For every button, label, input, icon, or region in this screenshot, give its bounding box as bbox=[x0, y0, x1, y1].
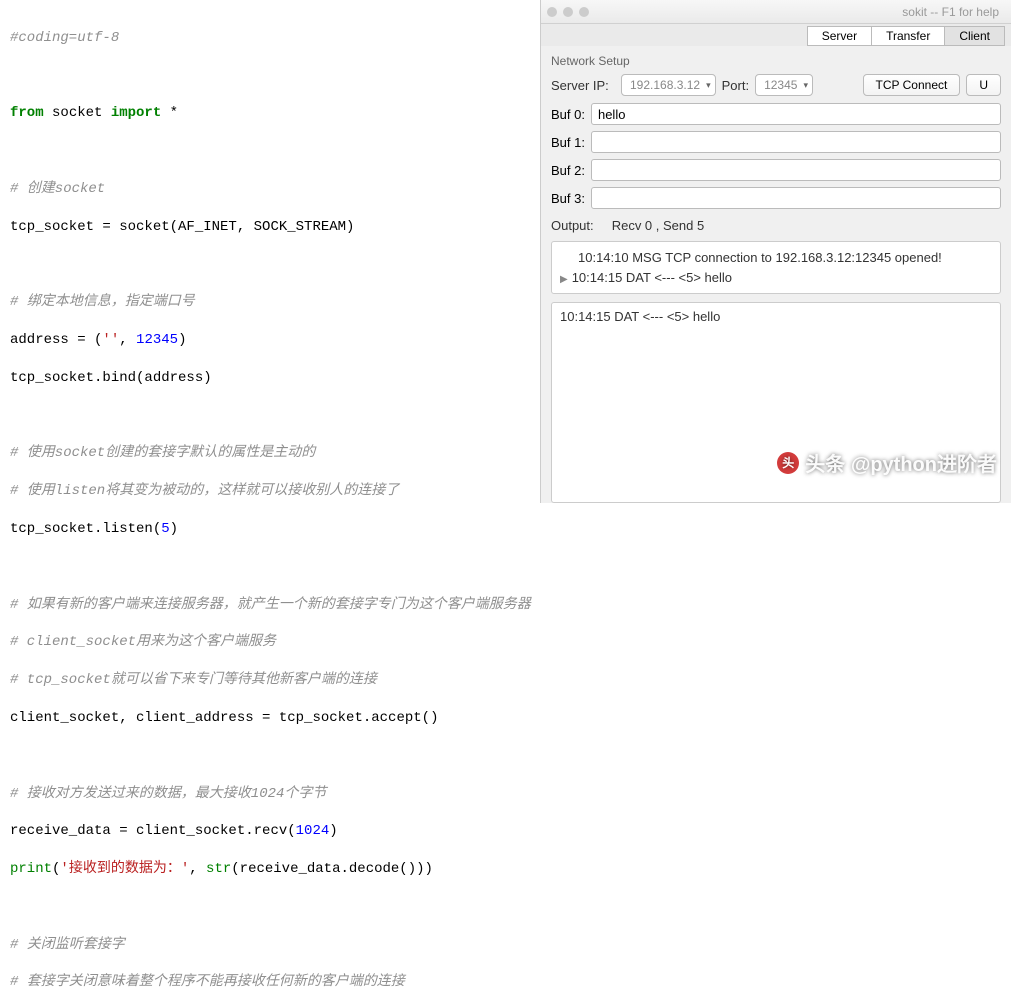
output-header: Output: Recv 0 , Send 5 bbox=[541, 212, 1011, 239]
buf2-label: Buf 2: bbox=[551, 163, 585, 178]
code-line bbox=[10, 67, 530, 86]
code-line: tcp_socket = socket(AF_INET, SOCK_STREAM… bbox=[10, 218, 530, 237]
code-line: # 使用listen将其变为被动的，这样就可以接收别人的连接了 bbox=[10, 482, 530, 501]
server-ip-value: 192.168.3.12 bbox=[630, 78, 700, 92]
minimize-icon[interactable] bbox=[563, 7, 573, 17]
code-line: client_socket, client_address = tcp_sock… bbox=[10, 709, 530, 728]
log-line: ▶10:14:15 DAT <--- <5> hello bbox=[560, 268, 992, 288]
buf0-input[interactable] bbox=[591, 103, 1001, 125]
zoom-icon[interactable] bbox=[579, 7, 589, 17]
log-line: 10:14:10 MSG TCP connection to 192.168.3… bbox=[560, 248, 992, 268]
code-line: # 使用socket创建的套接字默认的属性是主动的 bbox=[10, 444, 530, 463]
code-line: receive_data = client_socket.recv(1024) bbox=[10, 822, 530, 841]
output-label: Output: bbox=[551, 218, 594, 233]
code-line: #coding=utf-8 bbox=[10, 29, 530, 48]
server-ip-label: Server IP: bbox=[551, 78, 615, 93]
chevron-down-icon: ▾ bbox=[706, 80, 711, 91]
code-line: from socket import * bbox=[10, 104, 530, 123]
code-line bbox=[10, 256, 530, 275]
code-line: print('接收到的数据为：', str(receive_data.decod… bbox=[10, 860, 530, 879]
window-title: sokit -- F1 for help bbox=[902, 5, 999, 19]
code-line bbox=[10, 747, 530, 766]
code-line: tcp_socket.listen(5) bbox=[10, 520, 530, 539]
code-line: # 关闭监听套接字 bbox=[10, 936, 530, 955]
buf1-label: Buf 1: bbox=[551, 135, 585, 150]
code-line bbox=[10, 142, 530, 161]
code-line: # 创建socket bbox=[10, 180, 530, 199]
tab-transfer[interactable]: Transfer bbox=[871, 26, 945, 46]
chevron-down-icon: ▾ bbox=[803, 80, 808, 91]
tcp-connect-button[interactable]: TCP Connect bbox=[863, 74, 961, 96]
server-ip-combo[interactable]: 192.168.3.12 ▾ bbox=[621, 74, 716, 96]
traffic-lights[interactable] bbox=[547, 7, 589, 17]
code-line: tcp_socket.bind(address) bbox=[10, 369, 530, 388]
u-button[interactable]: U bbox=[966, 74, 1001, 96]
disclosure-triangle-icon[interactable]: ▶ bbox=[560, 274, 568, 285]
port-value: 12345 bbox=[764, 78, 797, 92]
code-line: # 接收对方发送过来的数据，最大接收1024个字节 bbox=[10, 785, 530, 804]
buf3-label: Buf 3: bbox=[551, 191, 585, 206]
buf2-input[interactable] bbox=[591, 159, 1001, 181]
close-icon[interactable] bbox=[547, 7, 557, 17]
buf1-input[interactable] bbox=[591, 131, 1001, 153]
titlebar: sokit -- F1 for help bbox=[541, 0, 1011, 24]
code-line bbox=[10, 407, 530, 426]
port-combo[interactable]: 12345 ▾ bbox=[755, 74, 813, 96]
code-line: # client_socket用来为这个客户端服务 bbox=[10, 633, 530, 652]
code-line bbox=[10, 898, 530, 917]
tab-client[interactable]: Client bbox=[944, 26, 1005, 46]
tab-server[interactable]: Server bbox=[807, 26, 872, 46]
port-label: Port: bbox=[722, 78, 749, 93]
code-editor: #coding=utf-8 from socket import * # 创建s… bbox=[0, 0, 540, 503]
code-line: # 套接字关闭意味着整个程序不能再接收任何新的客户端的连接 bbox=[10, 973, 530, 992]
code-line: # 绑定本地信息，指定端口号 bbox=[10, 293, 530, 312]
network-setup-label: Network Setup bbox=[541, 46, 1011, 70]
toutiao-logo-icon: 头 bbox=[777, 452, 799, 474]
output-stats: Recv 0 , Send 5 bbox=[612, 218, 705, 233]
code-line: address = ('', 12345) bbox=[10, 331, 530, 350]
code-line bbox=[10, 558, 530, 577]
buf0-label: Buf 0: bbox=[551, 107, 585, 122]
output-log: 10:14:10 MSG TCP connection to 192.168.3… bbox=[551, 241, 1001, 294]
code-line: # tcp_socket就可以省下来专门等待其他新客户端的连接 bbox=[10, 671, 530, 690]
buf3-input[interactable] bbox=[591, 187, 1001, 209]
watermark: 头 头条 @python进阶者 bbox=[777, 448, 997, 477]
code-line: # 如果有新的客户端来连接服务器，就产生一个新的套接字专门为这个客户端服务器 bbox=[10, 596, 530, 615]
sokit-window: sokit -- F1 for help Server Transfer Cli… bbox=[540, 0, 1011, 503]
